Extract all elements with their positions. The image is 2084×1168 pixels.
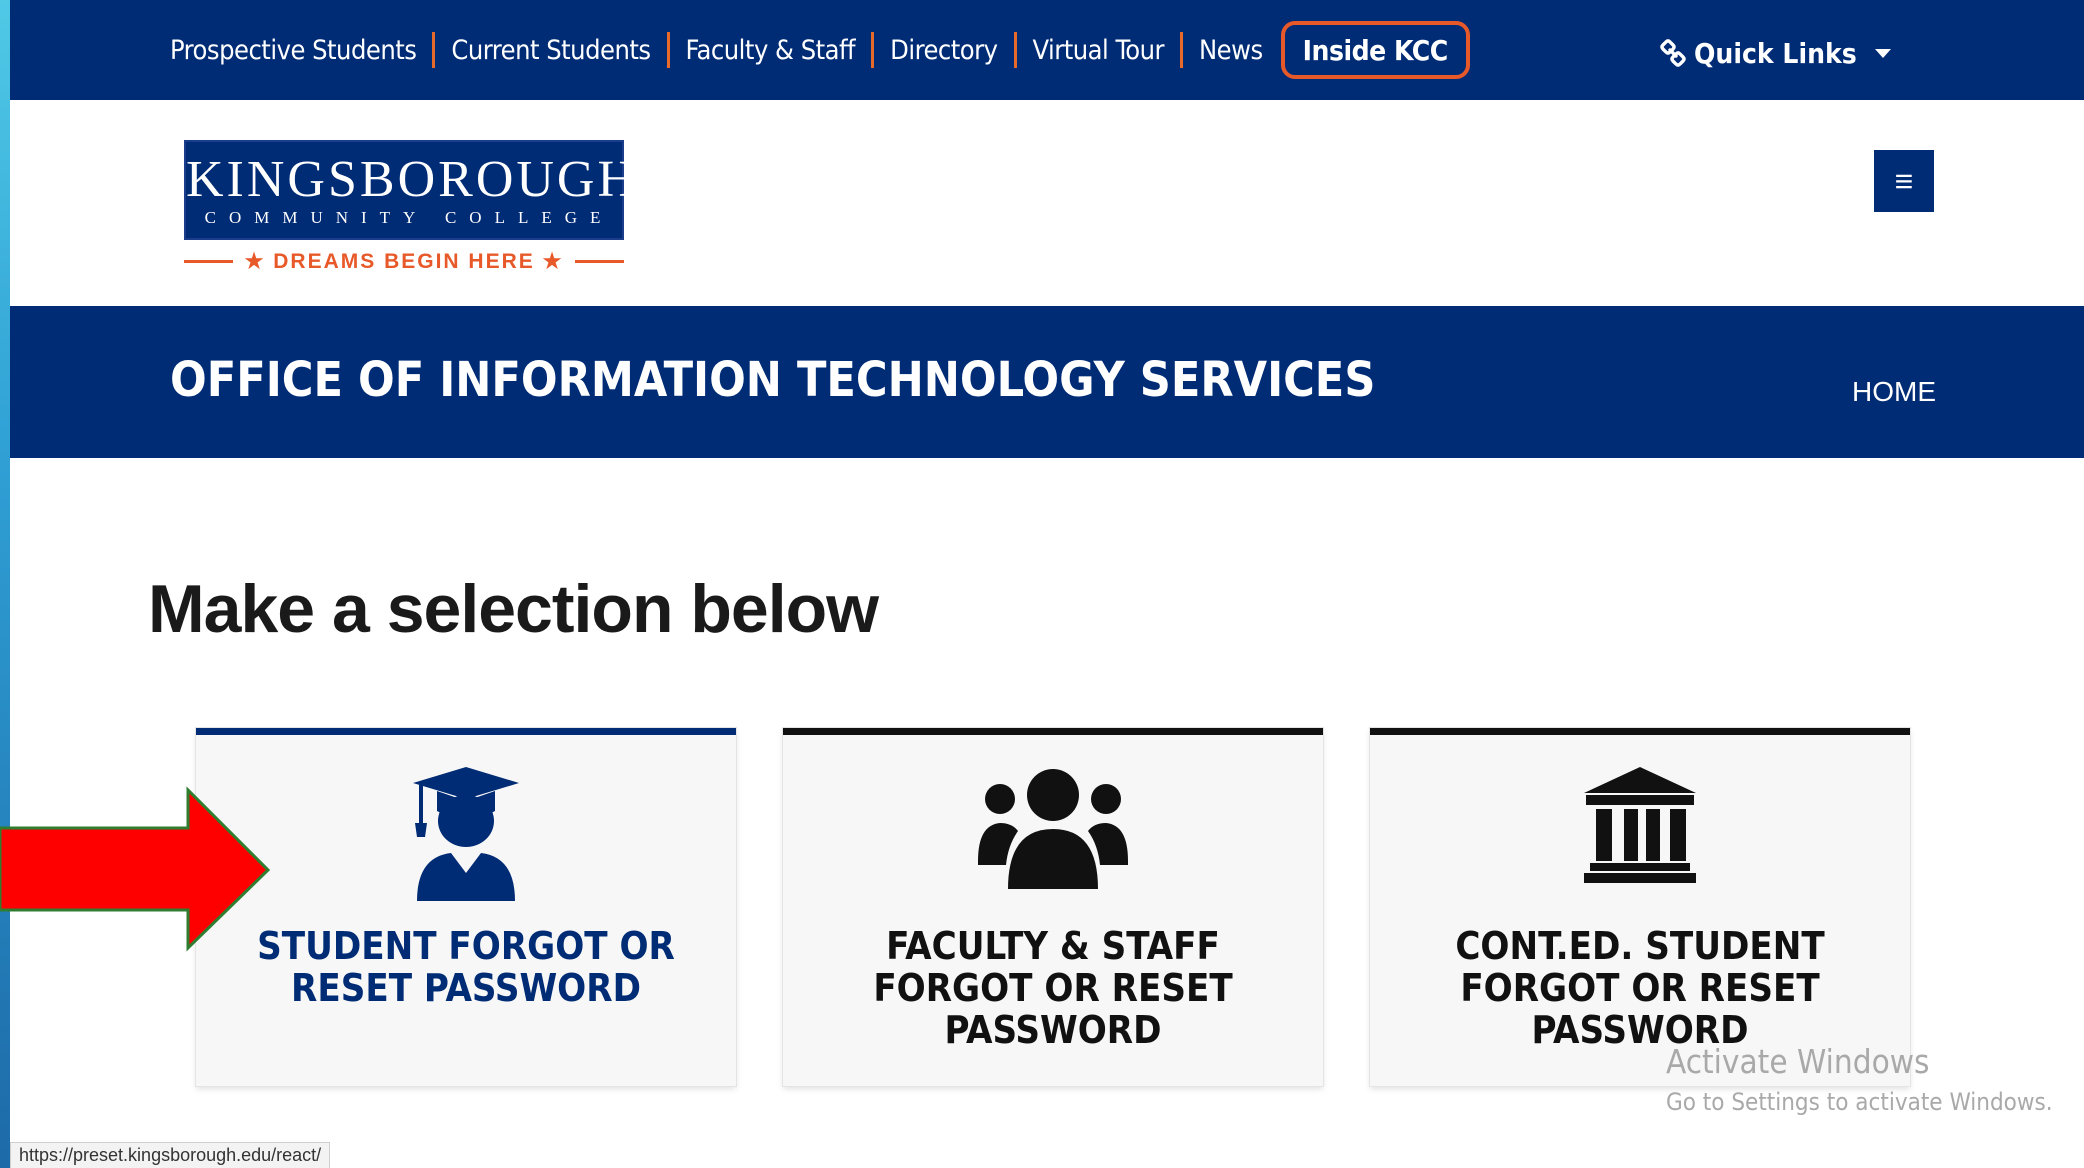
section-banner: OFFICE OF INFORMATION TECHNOLOGY SERVICE…	[10, 306, 2084, 458]
nav-virtual-tour[interactable]: Virtual Tour	[1033, 22, 1165, 78]
top-utility-bar: Prospective Students Current Students Fa…	[10, 0, 2084, 100]
hamburger-icon: ≡	[1894, 162, 1914, 199]
tagline-rule	[184, 259, 233, 263]
nav-separator	[1180, 32, 1183, 68]
selection-heading: Make a selection below	[148, 571, 879, 647]
nav-separator	[666, 32, 670, 68]
menu-button[interactable]: ≡	[1874, 150, 1934, 212]
nav-separator	[432, 32, 436, 68]
student-reset-label: STUDENT FORGOT OR RESET PASSWORD	[257, 924, 675, 1010]
link-icon	[1660, 39, 1686, 67]
faculty-staff-reset-label: FACULTY & STAFF FORGOT OR RESET PASSWORD	[873, 924, 1233, 1052]
red-pointer-arrow-icon	[0, 786, 271, 952]
tagline-rule	[575, 259, 625, 263]
top-nav: Prospective Students Current Students Fa…	[170, 21, 1470, 79]
student-reset-card[interactable]: STUDENT FORGOT OR RESET PASSWORD	[196, 728, 736, 1086]
nav-inside-kcc-button[interactable]: Inside KCC	[1280, 21, 1470, 79]
users-group-icon	[978, 769, 1128, 889]
activate-windows-watermark: Activate Windows	[1666, 1042, 1930, 1081]
logo-title: KINGSBOROUGH	[186, 151, 639, 208]
quick-links-label: Quick Links	[1694, 36, 1857, 70]
kingsborough-logo[interactable]: KINGSBOROUGH COMMUNITY COLLEGE	[184, 140, 639, 240]
tagline-text: ★ DREAMS BEGIN HERE ★	[244, 249, 564, 273]
logo-subtitle: COMMUNITY COLLEGE	[204, 208, 614, 227]
caret-down-icon	[1874, 48, 1891, 58]
conted-reset-label: CONT.ED. STUDENT FORGOT OR RESET PASSWOR…	[1455, 924, 1825, 1052]
faculty-staff-reset-card[interactable]: FACULTY & STAFF FORGOT OR RESET PASSWORD	[783, 728, 1323, 1086]
conted-reset-card[interactable]: CONT.ED. STUDENT FORGOT OR RESET PASSWOR…	[1370, 728, 1910, 1086]
nav-separator	[1013, 32, 1017, 68]
status-url-bar: https://preset.kingsborough.edu/react/	[10, 1142, 331, 1168]
nav-directory[interactable]: Directory	[890, 22, 998, 78]
logo-tagline: ★ DREAMS BEGIN HERE ★	[184, 246, 625, 276]
nav-news[interactable]: News	[1199, 22, 1263, 78]
activate-windows-subtitle: Go to Settings to activate Windows.	[1666, 1088, 2053, 1116]
institution-icon	[1584, 767, 1696, 883]
quick-links-dropdown[interactable]: Quick Links	[1660, 30, 1891, 76]
page-title: OFFICE OF INFORMATION TECHNOLOGY SERVICE…	[170, 352, 1376, 408]
graduate-icon	[413, 767, 519, 901]
nav-prospective-students[interactable]: Prospective Students	[170, 22, 417, 78]
nav-faculty-staff[interactable]: Faculty & Staff	[686, 22, 856, 78]
nav-current-students[interactable]: Current Students	[451, 22, 651, 78]
nav-separator	[871, 32, 875, 68]
window-left-edge	[0, 0, 10, 1168]
home-link[interactable]: HOME	[1852, 376, 1936, 408]
